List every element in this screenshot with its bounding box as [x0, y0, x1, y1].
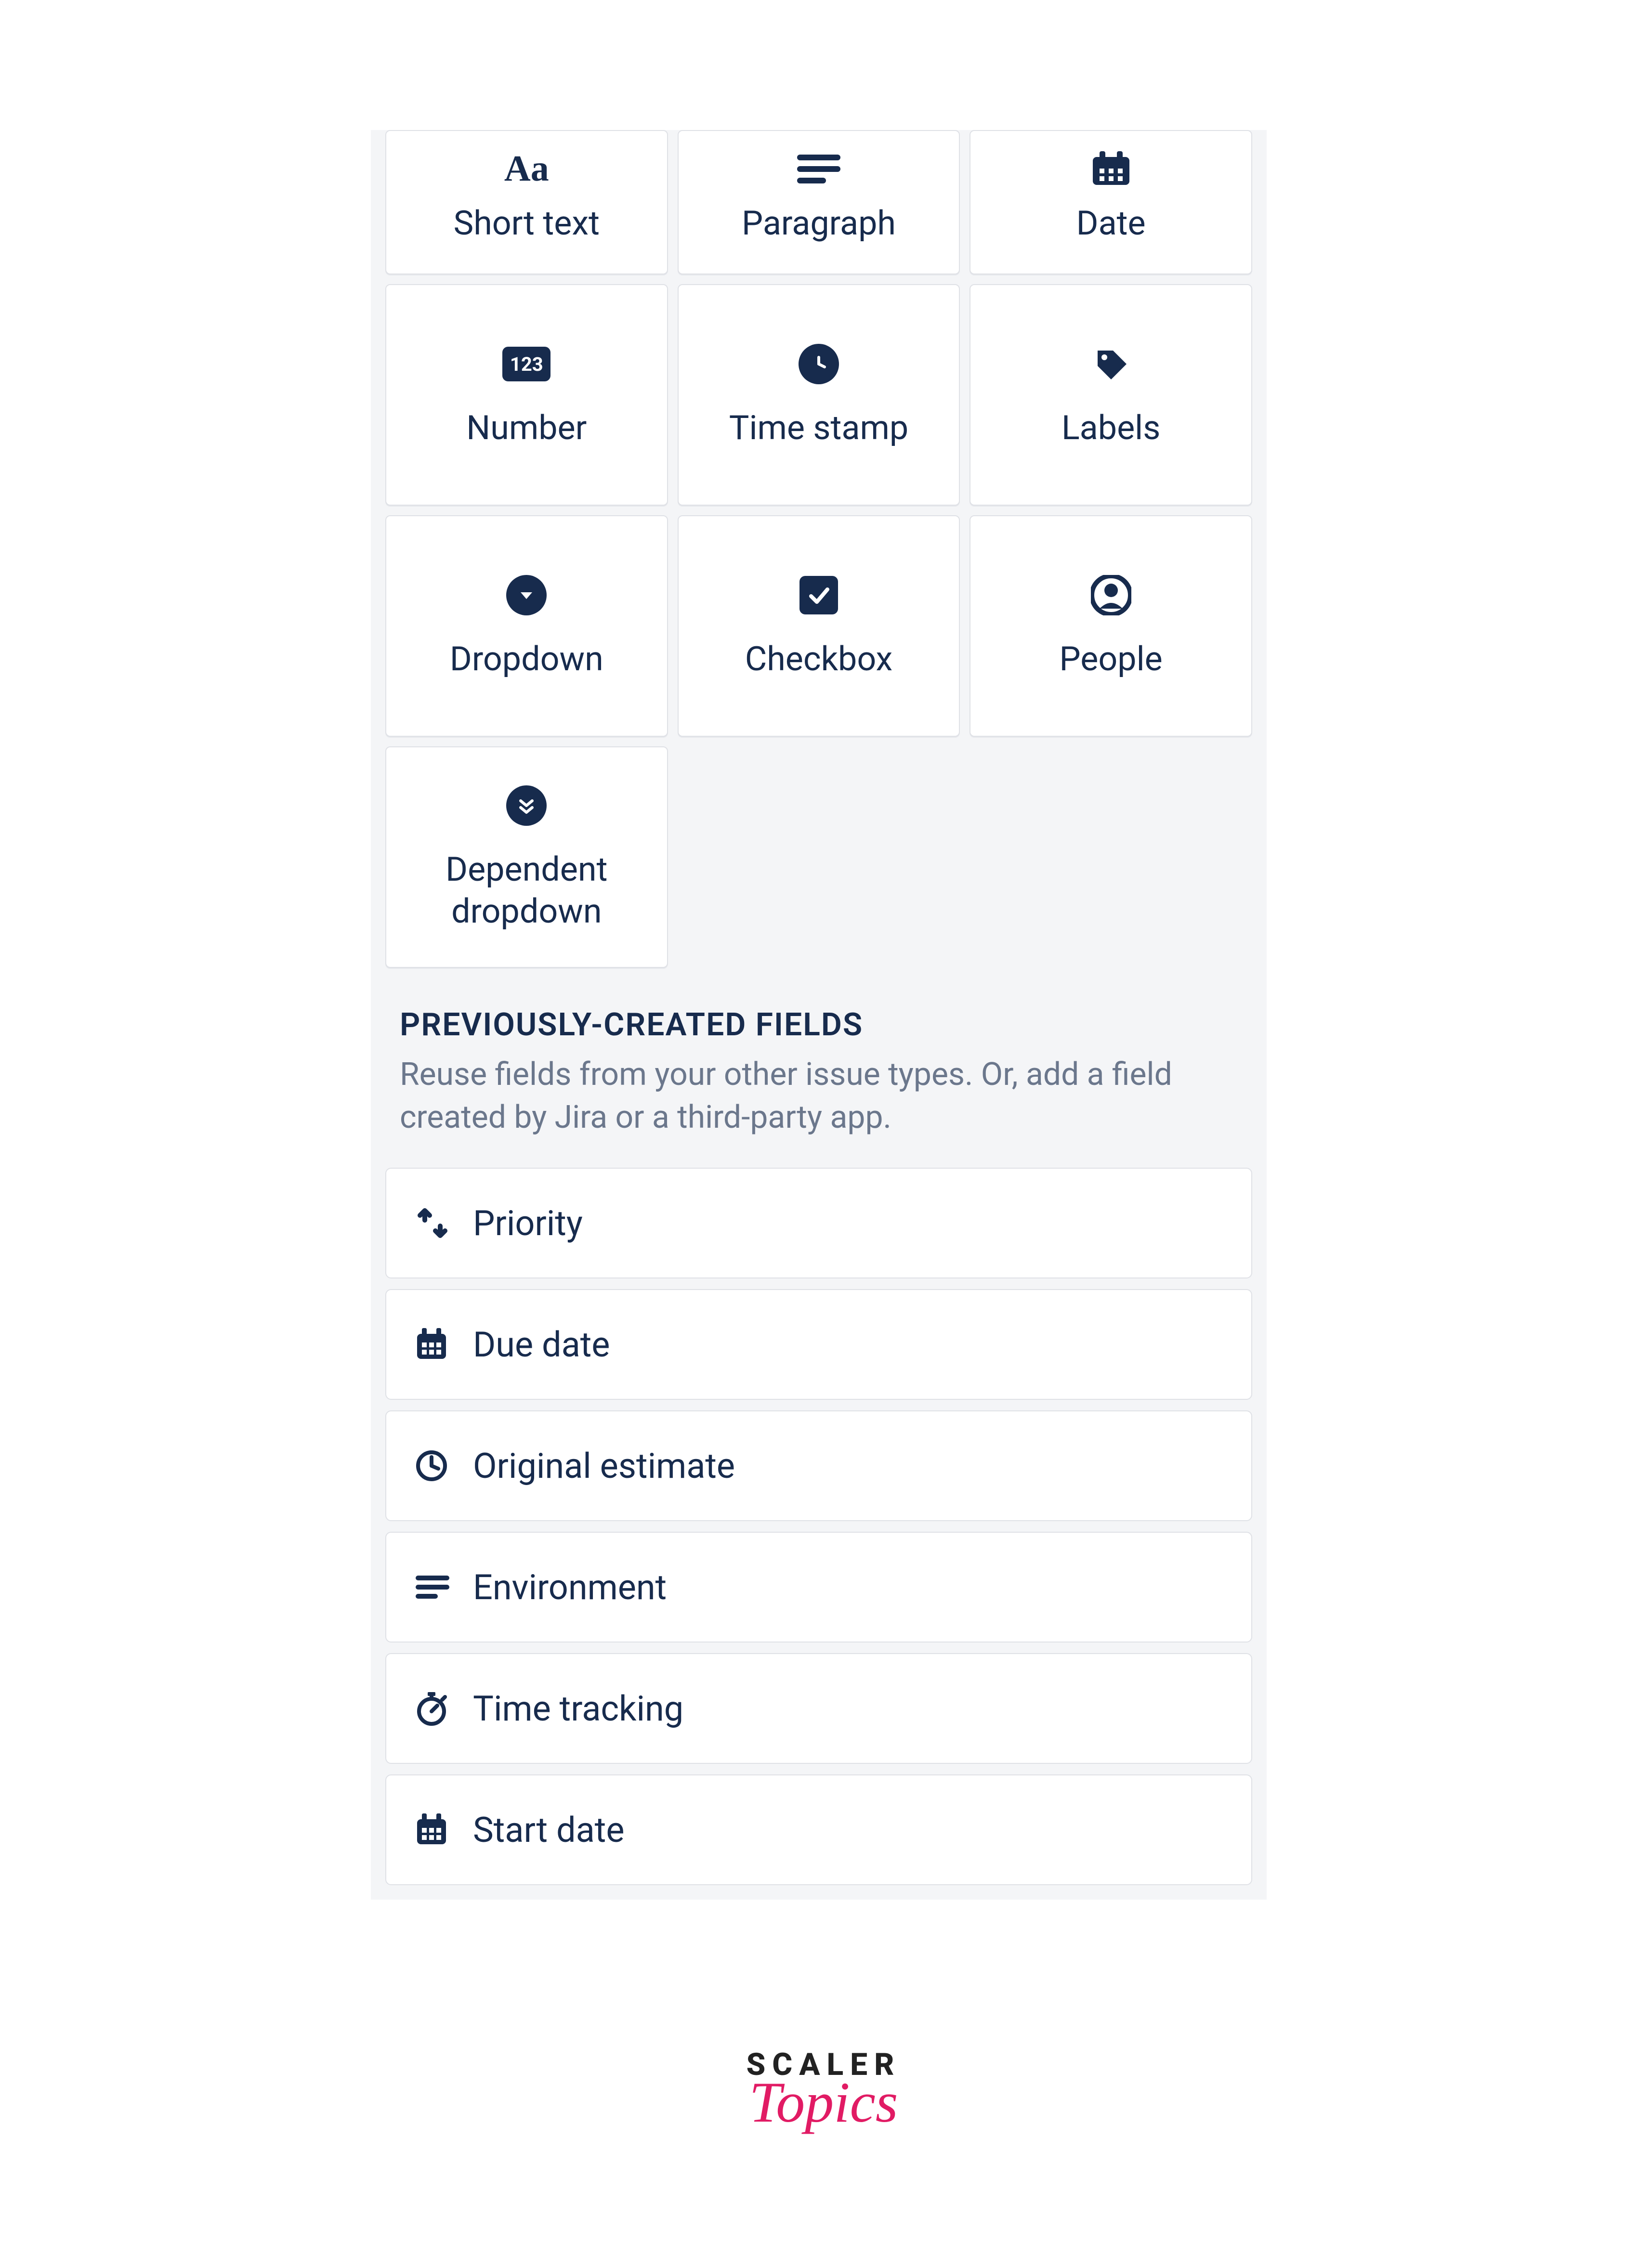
logo-line2: Topics — [737, 2069, 910, 2136]
tile-date[interactable]: Date — [970, 130, 1252, 274]
text-icon: Aa — [504, 145, 549, 193]
tile-dependent-dropdown[interactable]: Dependent dropdown — [385, 746, 668, 968]
tile-label: Dropdown — [435, 639, 618, 681]
paragraph-icon — [797, 145, 840, 193]
tile-label: Number — [452, 407, 601, 450]
previously-created-list: Priority Due date Original estimate Envi… — [371, 1168, 1267, 1885]
clock-outline-icon — [415, 1449, 473, 1482]
tag-icon — [1092, 340, 1130, 388]
field-label: Due date — [473, 1324, 610, 1365]
field-label: Environment — [473, 1567, 667, 1608]
previously-created-heading: PREVIOUSLY-CREATED FIELDS — [371, 1006, 1267, 1053]
field-priority[interactable]: Priority — [385, 1168, 1252, 1278]
tile-number[interactable]: 123 Number — [385, 284, 668, 506]
tile-label: People — [1045, 639, 1177, 681]
tile-label: Short text — [439, 203, 614, 245]
stopwatch-icon — [415, 1691, 473, 1726]
tile-paragraph[interactable]: Paragraph — [678, 130, 960, 274]
previously-created-subtitle: Reuse fields from your other issue types… — [371, 1053, 1267, 1168]
tile-timestamp[interactable]: Time stamp — [678, 284, 960, 506]
field-due-date[interactable]: Due date — [385, 1289, 1252, 1400]
calendar-icon — [415, 1328, 473, 1361]
person-icon — [1091, 571, 1131, 619]
tile-label: Checkbox — [731, 639, 907, 681]
checkbox-icon — [799, 571, 838, 619]
tile-label: Paragraph — [727, 203, 910, 245]
field-environment[interactable]: Environment — [385, 1532, 1252, 1642]
field-type-grid: Aa Short text Paragraph Date 123 Number — [371, 130, 1267, 982]
tile-label: Time stamp — [715, 407, 923, 450]
paragraph-icon — [415, 1574, 473, 1600]
tile-checkbox[interactable]: Checkbox — [678, 515, 960, 737]
clock-icon — [799, 340, 839, 388]
double-chevron-icon — [506, 782, 547, 830]
tile-dropdown[interactable]: Dropdown — [385, 515, 668, 737]
calendar-icon — [415, 1813, 473, 1846]
calendar-icon — [1091, 145, 1131, 193]
dropdown-icon — [506, 571, 547, 619]
field-label: Original estimate — [473, 1446, 735, 1486]
priority-icon — [415, 1206, 473, 1240]
tile-people[interactable]: People — [970, 515, 1252, 737]
field-start-date[interactable]: Start date — [385, 1774, 1252, 1885]
tile-label: Date — [1062, 203, 1160, 245]
tile-label: Dependent dropdown — [386, 849, 667, 933]
tile-short-text[interactable]: Aa Short text — [385, 130, 668, 274]
field-original-estimate[interactable]: Original estimate — [385, 1410, 1252, 1521]
field-type-panel: Aa Short text Paragraph Date 123 Number — [371, 130, 1267, 1900]
number-icon: 123 — [502, 340, 550, 388]
tile-labels[interactable]: Labels — [970, 284, 1252, 506]
field-label: Priority — [473, 1203, 583, 1244]
scaler-topics-logo: SCALER Topics — [737, 2046, 910, 2136]
field-label: Start date — [473, 1810, 625, 1851]
field-label: Time tracking — [473, 1688, 683, 1729]
tile-label: Labels — [1047, 407, 1175, 450]
field-time-tracking[interactable]: Time tracking — [385, 1653, 1252, 1764]
